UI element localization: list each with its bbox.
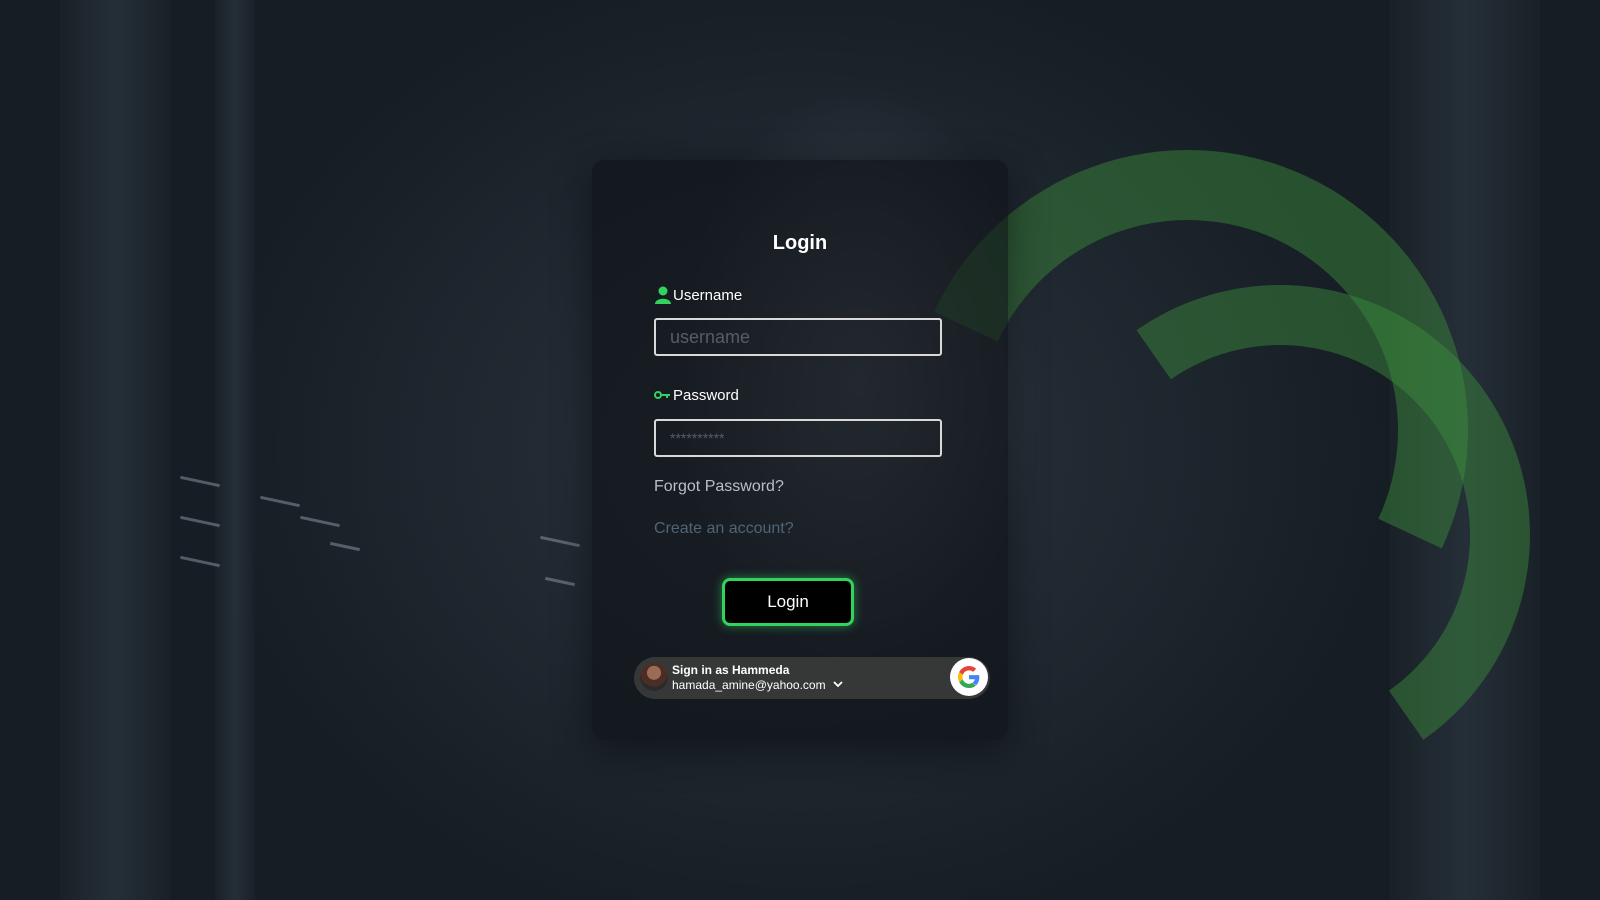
login-button[interactable]: Login: [722, 578, 854, 626]
password-input[interactable]: [654, 419, 942, 457]
user-icon: [654, 286, 671, 304]
google-sign-in-prompt: Sign in as Hammeda: [672, 663, 790, 677]
username-label-text: Username: [673, 286, 743, 304]
avatar: [640, 663, 668, 691]
chevron-down-icon[interactable]: [832, 677, 844, 689]
username-input[interactable]: [654, 318, 942, 356]
username-label: Username: [654, 286, 742, 304]
password-label: Password: [654, 386, 739, 404]
forgot-password-link[interactable]: Forgot Password?: [654, 478, 784, 496]
page-title: Login: [772, 232, 828, 254]
google-one-tap-button[interactable]: Sign in as Hammeda hamada_amine@yahoo.co…: [634, 657, 990, 699]
login-card: Login Username Password Forgot Password?…: [592, 160, 1008, 740]
key-icon: [654, 386, 671, 404]
create-account-link[interactable]: Create an account?: [654, 520, 794, 538]
google-account-email: hamada_amine@yahoo.com: [672, 678, 826, 692]
password-label-text: Password: [673, 386, 739, 404]
google-icon: [950, 658, 988, 696]
